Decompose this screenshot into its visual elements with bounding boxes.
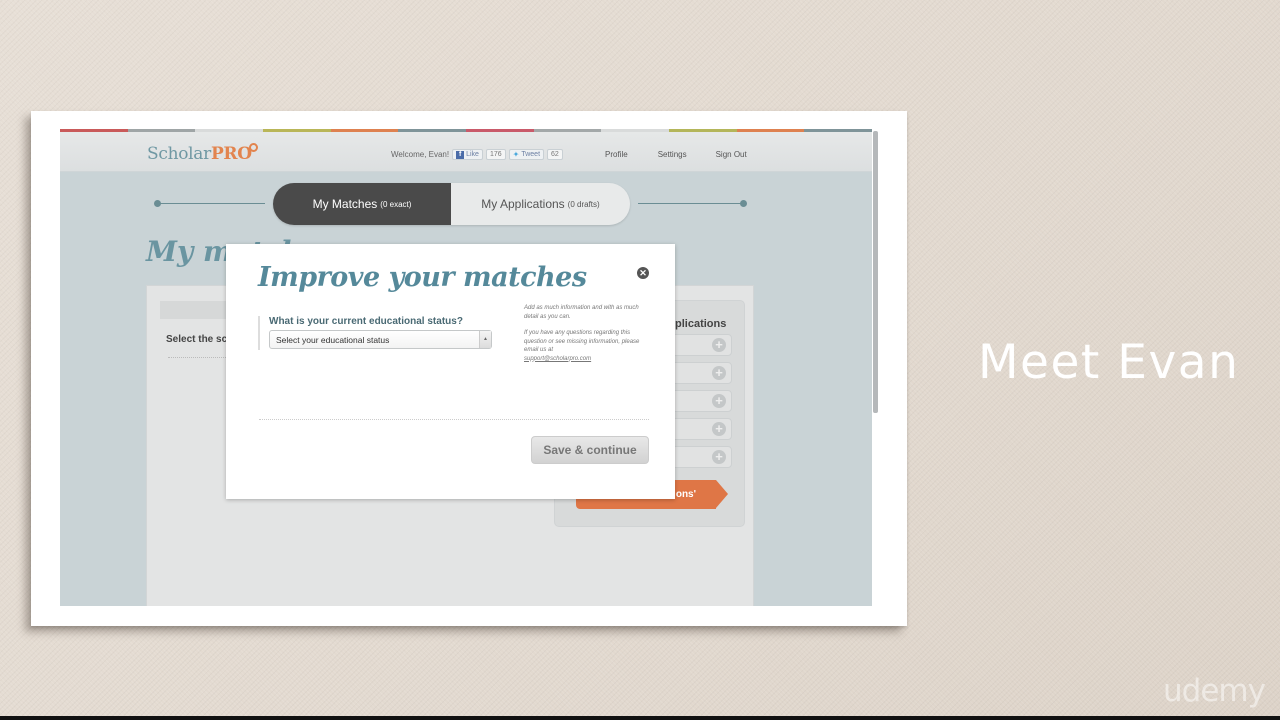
nav-sign-out[interactable]: Sign Out — [716, 150, 747, 159]
arrow-button-label: ons' — [675, 489, 696, 500]
tweet-count: 62 — [547, 149, 563, 160]
applications-panel-title: plications — [675, 318, 727, 330]
slide-title: Meet Evan — [978, 335, 1240, 390]
welcome-area: Welcome, Evan! f Like 176 ✦ Tweet 62 — [391, 149, 563, 160]
udemy-watermark: udemy — [1163, 673, 1266, 709]
like-label: Like — [466, 151, 479, 158]
help-paragraph-2: If you have any questions regarding this… — [524, 329, 649, 363]
header-nav: Profile Settings Sign Out — [605, 150, 747, 159]
tab-line-dot-right — [740, 200, 747, 207]
plus-icon[interactable]: + — [712, 450, 726, 464]
nav-profile[interactable]: Profile — [605, 150, 628, 159]
twitter-bird-icon: ✦ — [512, 150, 520, 159]
plus-icon[interactable]: + — [712, 338, 726, 352]
main-tabs: My Matches (0 exact) My Applications (0 … — [273, 183, 630, 225]
help-text: Add as much information and with as much… — [524, 304, 649, 363]
plus-icon[interactable]: + — [712, 422, 726, 436]
tab-my-applications[interactable]: My Applications (0 drafts) — [451, 183, 630, 225]
logo-text: Scholar — [147, 144, 211, 164]
tab-count: (0 drafts) — [567, 199, 600, 209]
scholarpro-logo[interactable]: ScholarPRO — [147, 143, 258, 164]
bottom-bar — [0, 716, 1280, 720]
tab-my-matches[interactable]: My Matches (0 exact) — [273, 183, 451, 225]
welcome-text: Welcome, Evan! — [391, 150, 450, 159]
site-header: ScholarPRO Welcome, Evan! f Like 176 ✦ T… — [60, 132, 872, 172]
facebook-icon: f — [456, 150, 465, 159]
help-paragraph-2-text: If you have any questions regarding this… — [524, 330, 640, 353]
logo-apple-icon — [248, 143, 258, 152]
like-count: 176 — [485, 149, 506, 160]
chevron-down-icon: ▲ — [479, 331, 491, 348]
facebook-like-button[interactable]: f Like — [452, 149, 483, 160]
close-icon[interactable]: ✕ — [637, 267, 649, 279]
tab-line-left — [158, 203, 265, 204]
select-placeholder: Select your educational status — [276, 335, 390, 345]
select-label: Select the sc — [166, 334, 228, 345]
plus-icon[interactable]: + — [712, 394, 726, 408]
tab-count: (0 exact) — [380, 199, 412, 209]
nav-settings[interactable]: Settings — [658, 150, 687, 159]
logo-accent: PRO — [210, 144, 252, 164]
select-underline — [168, 357, 228, 358]
tweet-button[interactable]: ✦ Tweet — [508, 149, 545, 160]
support-email-link[interactable]: support@scholarpro.com — [524, 356, 591, 362]
tab-label: My Applications — [481, 197, 565, 211]
modal-divider — [259, 419, 649, 420]
question-label: What is your current educational status? — [269, 316, 463, 327]
tab-label: My Matches — [312, 197, 378, 211]
save-continue-button[interactable]: Save & continue — [531, 436, 649, 464]
plus-icon[interactable]: + — [712, 366, 726, 380]
help-paragraph-1: Add as much information and with as much… — [524, 305, 639, 320]
tab-line-right — [638, 203, 743, 204]
scrollbar[interactable] — [873, 131, 878, 413]
improve-matches-modal: Improve your matches ✕ What is your curr… — [226, 244, 675, 499]
modal-title: Improve your matches — [258, 262, 587, 293]
educational-status-select[interactable]: Select your educational status ▲ — [269, 330, 492, 349]
question-accent-bar — [258, 316, 260, 350]
screenshot-frame: ScholarPRO Welcome, Evan! f Like 176 ✦ T… — [31, 111, 907, 626]
browser-viewport: ScholarPRO Welcome, Evan! f Like 176 ✦ T… — [60, 129, 872, 606]
tweet-label: Tweet — [521, 151, 541, 158]
